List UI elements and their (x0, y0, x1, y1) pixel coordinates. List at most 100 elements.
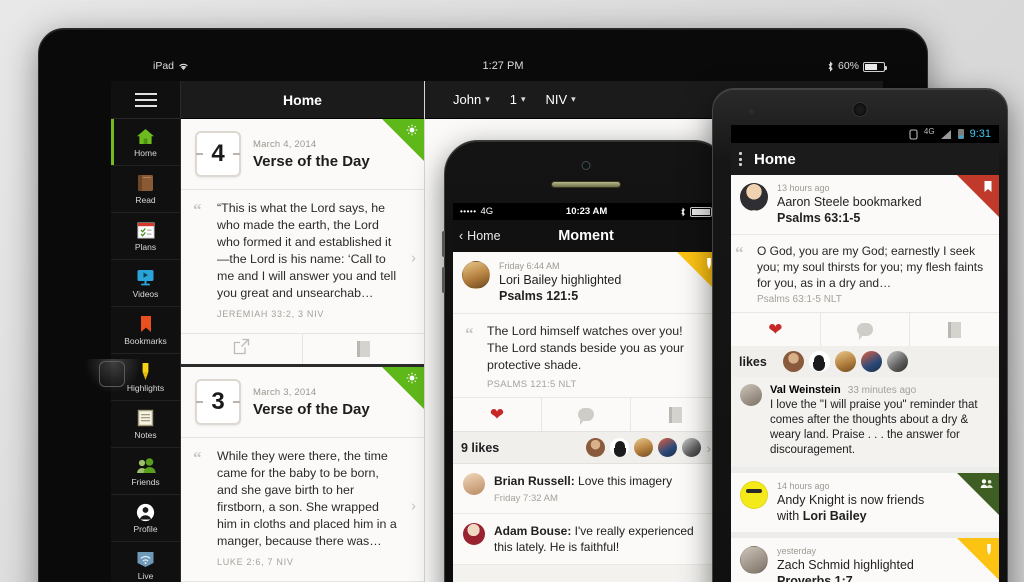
notes-icon (136, 408, 156, 428)
ipad-home-column: Home 4 March 4, 2014 Verse of the Day “ … (181, 81, 425, 582)
version-selector[interactable]: NIV ▾ (546, 92, 576, 107)
avatar (886, 351, 908, 372)
verse-of-the-day-card[interactable]: 4 March 4, 2014 Verse of the Day “ “This… (181, 119, 424, 367)
sidebar-item-home[interactable]: Home (111, 119, 180, 166)
card-title: Verse of the Day (253, 152, 370, 170)
proximity-sensor-icon (749, 109, 754, 114)
post-time: 14 hours ago (777, 481, 830, 491)
comment-button[interactable] (821, 313, 911, 346)
comment-text: Brian Russell: Love this imagery (494, 473, 672, 489)
chevron-right-icon[interactable]: › (411, 497, 416, 514)
avatar (740, 481, 768, 509)
sidebar-item-videos[interactable]: Videos (111, 260, 180, 307)
ipad-status-bar: iPad 1:27 PM 60% (109, 58, 897, 75)
card-date: March 3, 2014 (253, 386, 317, 398)
sidebar-item-label: Home (134, 148, 157, 158)
friends-icon (980, 478, 993, 492)
chevron-right-icon[interactable]: › (706, 440, 711, 456)
sidebar-item-read[interactable]: Read (111, 166, 180, 213)
like-button[interactable]: ❤ (731, 313, 821, 346)
share-icon (233, 338, 250, 360)
moment-card[interactable]: Friday 6:44 AM Lori Bailey highlighted P… (453, 252, 719, 431)
iphone-device: ••••• 4G 10:23 AM ‹ Home Moment Friday 6… (442, 140, 728, 582)
sidebar-item-plans[interactable]: Plans (111, 213, 180, 260)
quote-icon: “ (193, 448, 202, 467)
likes-row[interactable]: 9 likes › (453, 431, 719, 464)
comment-item[interactable]: Val Weinstein 33 minutes ago I love the … (731, 377, 999, 467)
verse-reference: JEREMIAH 33:2, 3 NIV (217, 309, 325, 319)
comment-item[interactable]: Brian Russell: Love this imagery Friday … (453, 464, 719, 514)
avatar (586, 438, 606, 457)
bookmark-icon (668, 406, 682, 423)
post-actor: Andy Knight is now friends (777, 493, 925, 507)
likes-row[interactable]: likes (731, 346, 999, 377)
quote-icon: “ (735, 243, 744, 262)
avatar (782, 351, 804, 372)
sidebar-item-notes[interactable]: Notes (111, 401, 180, 448)
friend-prefix: with (777, 509, 803, 523)
avatar (462, 261, 490, 289)
bookmark-button[interactable] (910, 313, 999, 346)
quote-icon: “ (465, 324, 474, 343)
avatar (808, 351, 830, 372)
chapter-selector[interactable]: 1 ▾ (510, 92, 526, 107)
comment-item[interactable]: Adam Bouse: I've really experienced this… (453, 514, 719, 565)
earpiece-speaker (551, 181, 621, 188)
chevron-down-icon: ▾ (520, 94, 526, 104)
share-button[interactable] (181, 334, 303, 364)
comment-time: 33 minutes ago (847, 385, 917, 396)
page-title: Home (754, 150, 796, 168)
activity-card[interactable]: 13 hours ago Aaron Steele bookmarked Psa… (731, 175, 999, 467)
chevron-right-icon[interactable]: › (411, 249, 416, 266)
iphone-clock: 10:23 AM (565, 206, 608, 217)
friend-name: Lori Bailey (802, 509, 867, 523)
bookmark-icon (948, 321, 962, 338)
post-reference: Proverbs 1:7 (777, 574, 853, 582)
carrier-label: 4G (480, 206, 494, 217)
rotation-icon (909, 128, 918, 140)
verse-text: O God, you are my God; earnestly I seek … (757, 244, 984, 290)
bookmark-button[interactable] (631, 398, 719, 431)
verse-of-the-day-card[interactable]: 3 March 3, 2014 Verse of the Day “ While… (181, 367, 424, 582)
android-status-bar: 4G 9:31 (731, 125, 999, 143)
chevron-down-icon: ▾ (571, 94, 576, 104)
front-camera-icon (581, 161, 591, 170)
activity-card[interactable]: 14 hours ago Andy Knight is now friends … (731, 473, 999, 532)
calendar-icon (136, 220, 156, 240)
post-time: 13 hours ago (777, 183, 830, 193)
back-button[interactable]: ‹ Home (453, 229, 501, 243)
back-label: Home (467, 229, 501, 243)
avatar (740, 183, 768, 211)
bookmark-button[interactable] (303, 334, 424, 364)
android-screen: 4G 9:31 Home 13 hours ago Aaron Steele b… (731, 125, 999, 582)
ipad-home-button[interactable] (99, 361, 125, 387)
volume-down-button[interactable] (442, 267, 445, 293)
sidebar-item-profile[interactable]: Profile (111, 495, 180, 542)
hamburger-icon[interactable] (739, 152, 742, 166)
activity-card[interactable]: yesterday Zach Schmid highlighted Prover… (731, 538, 999, 582)
likes-count: likes (739, 354, 767, 369)
avatar (463, 523, 485, 545)
bookmark-icon (357, 341, 370, 357)
sidebar-item-label: Friends (131, 477, 160, 487)
comment-icon (578, 408, 594, 425)
network-label: 4G (923, 126, 935, 136)
hamburger-icon[interactable] (111, 81, 180, 119)
post-actor: Lori Bailey highlighted (499, 273, 622, 287)
like-button[interactable]: ❤ (453, 398, 542, 431)
iphone-status-bar: ••••• 4G 10:23 AM (453, 203, 719, 220)
comment-body: I love the "I will praise you" reminder … (770, 399, 978, 456)
sidebar-item-live[interactable]: Live (111, 542, 180, 582)
book-label: John (453, 92, 482, 107)
profile-icon (136, 502, 156, 522)
iphone-nav-bar: ‹ Home Moment (453, 220, 719, 252)
post-time: yesterday (777, 546, 817, 556)
sidebar-item-bookmarks[interactable]: Bookmarks (111, 307, 180, 354)
comment-button[interactable] (542, 398, 631, 431)
sidebar-item-friends[interactable]: Friends (111, 448, 180, 495)
volume-up-button[interactable] (442, 231, 445, 257)
card-title: Verse of the Day (253, 400, 370, 418)
android-action-bar: Home (731, 143, 999, 175)
book-selector[interactable]: John ▾ (453, 92, 490, 107)
heart-icon: ❤ (489, 404, 505, 424)
